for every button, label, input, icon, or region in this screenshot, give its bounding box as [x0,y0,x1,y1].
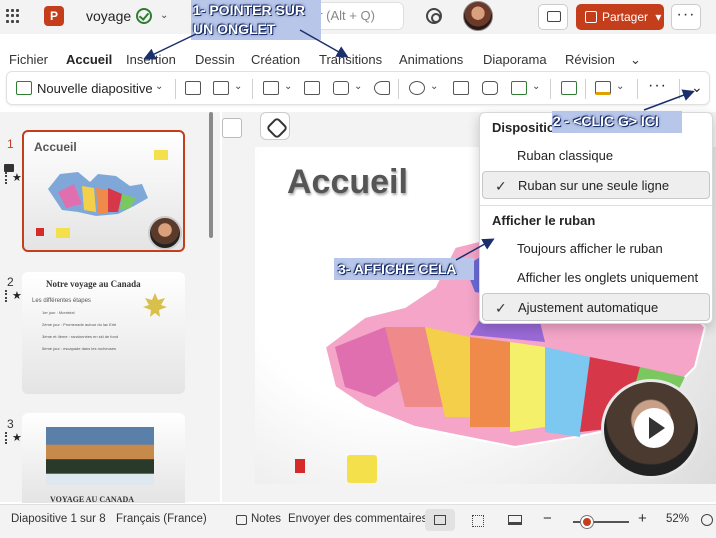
notes-button[interactable]: Notes [251,513,281,525]
slide-count: Diapositive 1 sur 8 [11,513,106,525]
zoom-level[interactable]: 52% [666,513,689,525]
zoom-out-button[interactable]: − [543,510,552,527]
language-indicator[interactable]: Français (France) [116,513,207,525]
slide-sorter-icon[interactable] [472,515,484,527]
zoom-in-button[interactable]: + [638,510,647,527]
status-bar: Diapositive 1 sur 8 Français (France) No… [0,504,716,538]
fit-to-window-icon[interactable] [701,514,713,526]
normal-view-icon [434,515,446,525]
notes-icon[interactable] [236,515,247,525]
annotation-arrows [143,29,695,261]
feedback-button[interactable]: Envoyer des commentaires à [288,513,437,525]
slideshow-icon[interactable] [508,515,522,525]
zoom-slider-thumb[interactable] [581,516,593,528]
zoom-slider[interactable] [573,516,629,528]
